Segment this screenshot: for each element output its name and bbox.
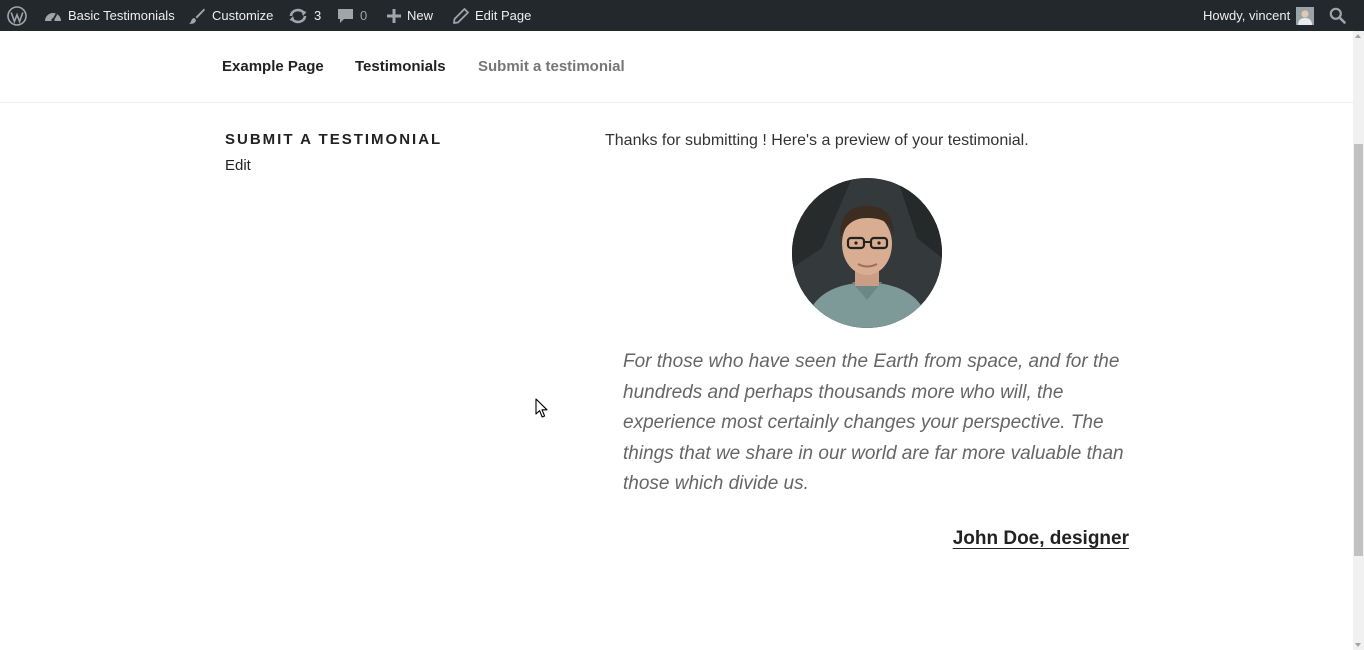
updates-refresh-icon [289,8,307,23]
account-menu[interactable]: Howdy, vincent [1203,0,1315,31]
scroll-down-arrow-icon[interactable] [1355,643,1361,647]
edit-page-label: Edit Page [475,8,532,23]
site-name-link[interactable]: Basic Testimonials [44,0,175,31]
scroll-up-arrow-icon[interactable] [1355,34,1361,38]
plus-icon [387,8,401,23]
submission-confirmation-text: Thanks for submitting ! Here's a preview… [605,132,1029,149]
site-navigation: Example Page Testimonials Submit a testi… [0,31,1354,103]
new-content-link[interactable]: New [387,0,433,31]
nav-item-example-page[interactable]: Example Page [222,58,324,75]
updates-link[interactable]: 3 [288,0,321,31]
wordpress-logo-icon[interactable] [7,0,27,31]
new-label: New [407,8,434,23]
testimonial-avatar [792,178,942,328]
comments-link[interactable]: 0 [337,0,367,31]
updates-count: 3 [314,8,322,23]
dashboard-icon [45,12,61,22]
page-title: SUBMIT A TESTIMONIAL [225,131,443,148]
customize-label: Customize [212,8,274,23]
customize-link[interactable]: Customize [188,0,273,31]
site-name-label: Basic Testimonials [68,8,175,23]
edit-page-link[interactable]: Edit Page [453,0,531,31]
mouse-pointer-icon [535,398,548,418]
search-icon[interactable] [1329,0,1346,31]
howdy-label: Howdy, vincent [1203,8,1291,23]
scrollbar-thumb[interactable] [1354,144,1363,556]
pencil-icon [453,7,469,24]
page-scrollbar[interactable] [1353,31,1364,650]
user-avatar [1296,6,1315,25]
paintbrush-icon [189,8,205,24]
testimonial-quote: For those who have seen the Earth from s… [623,351,1124,494]
nav-item-submit-testimonial[interactable]: Submit a testimonial [478,58,625,75]
comments-count: 0 [360,8,368,23]
comment-bubble-icon [338,8,353,23]
nav-item-testimonials[interactable]: Testimonials [355,58,446,75]
testimonial-author-link[interactable]: John Doe, designer [953,528,1129,550]
edit-link[interactable]: Edit [225,157,251,174]
admin-bar: Basic Testimonials Customize 3 0 New Edi… [0,0,1364,31]
